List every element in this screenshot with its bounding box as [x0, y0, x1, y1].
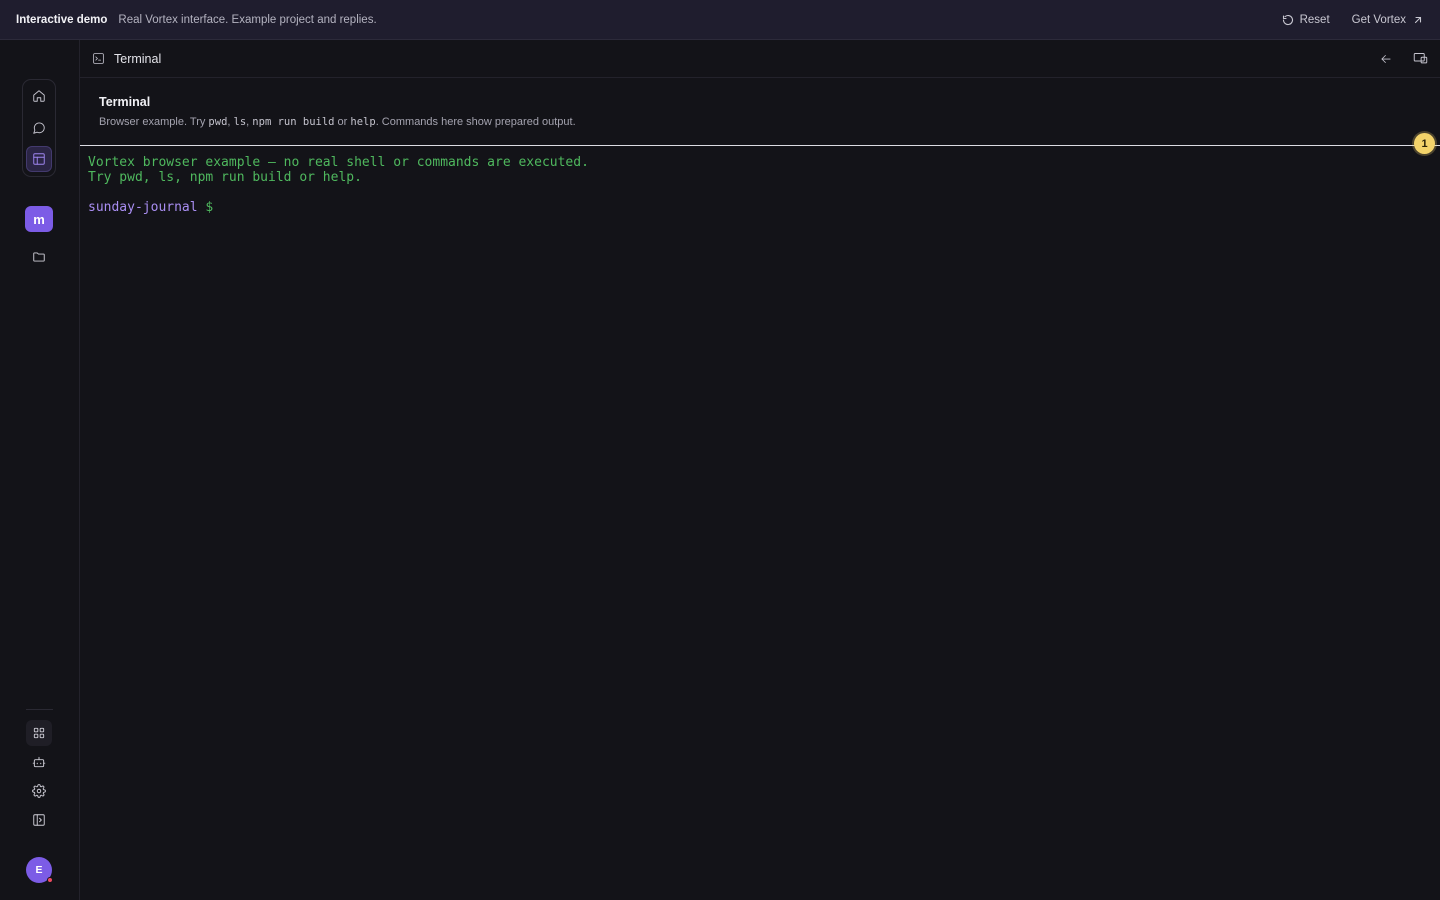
home-button[interactable] [26, 83, 52, 109]
reset-button[interactable]: Reset [1282, 14, 1330, 26]
terminal-line: Try pwd, ls, npm run build or help. [88, 170, 362, 185]
user-avatar[interactable]: E [26, 857, 53, 883]
nav-group [22, 79, 56, 177]
reset-label: Reset [1299, 13, 1330, 26]
gear-icon [32, 784, 46, 798]
terminal-icon [92, 52, 105, 65]
terminal-prompt[interactable]: sunday-journal $ [88, 200, 1432, 215]
devices-button[interactable] [1413, 51, 1428, 66]
reset-icon [1282, 14, 1293, 25]
sidebar-divider [26, 709, 53, 710]
grid-icon [33, 727, 45, 739]
folder-button[interactable] [29, 247, 49, 267]
notification-dot [47, 877, 53, 883]
terminal-line: Vortex browser example — no real shell o… [88, 155, 589, 170]
terminal-info: Terminal Browser example. Try pwd, ls, n… [80, 78, 1440, 146]
prompt-project: sunday-journal [88, 200, 198, 215]
chat-button[interactable] [26, 115, 52, 141]
sidebar-toggle-icon [33, 814, 45, 826]
folder-icon [33, 252, 45, 262]
section-title: Terminal [99, 95, 151, 109]
panel-title: Terminal [114, 51, 162, 66]
robot-icon [32, 756, 46, 768]
toggle-panel-button[interactable] [26, 807, 52, 833]
layout-icon [33, 153, 45, 165]
settings-button[interactable] [26, 778, 52, 804]
back-button[interactable] [1379, 52, 1393, 66]
user-initial: E [35, 864, 43, 876]
terminal-description: Browser example. Try pwd, ls, npm run bu… [99, 116, 576, 128]
layout-button[interactable] [26, 146, 52, 172]
external-arrow-icon [1414, 16, 1422, 23]
home-icon [33, 90, 45, 102]
arrow-left-icon [1381, 54, 1391, 63]
sidebar: m E [0, 40, 80, 900]
terminal-output[interactable]: Vortex browser example — no real shell o… [80, 146, 1440, 900]
get-vortex-label: Get Vortex [1351, 13, 1406, 26]
get-vortex-link[interactable]: Get Vortex [1352, 14, 1424, 26]
banner-title: Interactive demo [16, 13, 108, 26]
prompt-symbol: $ [205, 200, 214, 215]
devices-icon [1413, 53, 1428, 64]
panel-header: Terminal [80, 40, 1440, 78]
project-avatar[interactable]: m [25, 206, 53, 232]
chat-bubble-icon [33, 122, 45, 134]
apps-button[interactable] [26, 720, 52, 746]
agent-button[interactable] [26, 749, 52, 775]
banner-subtitle: Real Vortex interface. Example project a… [118, 13, 377, 26]
demo-banner: Interactive demo Real Vortex interface. … [0, 0, 1440, 40]
